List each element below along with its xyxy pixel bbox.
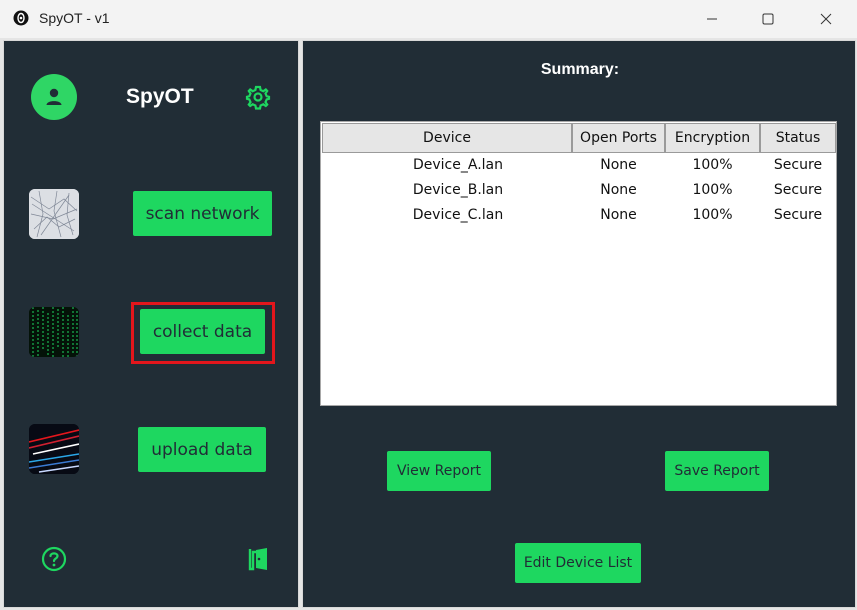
table-header: Device Open Ports Encryption Status (322, 123, 836, 153)
collect-data-highlight (131, 302, 275, 364)
close-icon (820, 13, 832, 25)
minimize-icon (707, 18, 717, 20)
scan-network-button[interactable]: scan network (133, 191, 272, 236)
cell-device: Device_C.lan (412, 207, 504, 223)
cell-encryption: 100% (692, 157, 733, 173)
help-icon (41, 546, 67, 572)
cell-encryption: 100% (692, 207, 733, 223)
column-header-status[interactable]: Status (760, 123, 836, 153)
app-brand: SpyOT (126, 85, 194, 108)
cell-status: Secure (773, 207, 823, 223)
cell-open-ports: None (600, 157, 637, 173)
close-button[interactable] (797, 0, 855, 38)
main-panel: Summary: Device Open Ports Encryption St… (302, 40, 856, 608)
upload-data-button[interactable]: upload data (138, 427, 266, 472)
window-title: SpyOT - v1 (39, 10, 110, 26)
save-report-button[interactable]: Save Report (665, 451, 769, 491)
view-report-button[interactable]: View Report (387, 451, 491, 491)
matrix-code-thumbnail (29, 307, 79, 357)
user-icon (46, 88, 62, 105)
cell-open-ports: None (600, 207, 637, 223)
app-icon (13, 10, 29, 26)
network-texture-thumbnail (29, 189, 79, 239)
cell-open-ports: None (600, 182, 637, 198)
sidebar: SpyOT scan network collect data upload d… (3, 40, 299, 608)
maximize-icon (762, 13, 774, 25)
settings-button[interactable] (245, 84, 271, 114)
maximize-button[interactable] (739, 0, 797, 38)
cell-device: Device_B.lan (412, 182, 504, 198)
column-header-device[interactable]: Device (322, 123, 572, 153)
summary-title: Summary: (540, 61, 620, 78)
device-table: Device Open Ports Encryption Status Devi… (320, 121, 837, 406)
cell-status: Secure (773, 182, 823, 198)
cell-device: Device_A.lan (412, 157, 503, 173)
minimize-button[interactable] (683, 0, 741, 38)
content-area: SpyOT scan network collect data upload d… (0, 38, 857, 610)
help-button[interactable] (41, 546, 67, 576)
cell-encryption: 100% (692, 182, 733, 198)
cell-status: Secure (773, 157, 823, 173)
logout-button[interactable] (247, 546, 271, 576)
column-header-encryption[interactable]: Encryption (665, 123, 760, 153)
app-window: SpyOT - v1 SpyOT scan network collect da… (0, 0, 857, 610)
column-header-open-ports[interactable]: Open Ports (572, 123, 665, 153)
light-streaks-thumbnail (29, 424, 79, 474)
user-avatar[interactable] (31, 74, 77, 120)
title-bar: SpyOT - v1 (0, 0, 857, 38)
exit-door-icon (248, 548, 267, 571)
gear-icon (245, 85, 271, 110)
edit-device-list-button[interactable]: Edit Device List (515, 543, 641, 583)
